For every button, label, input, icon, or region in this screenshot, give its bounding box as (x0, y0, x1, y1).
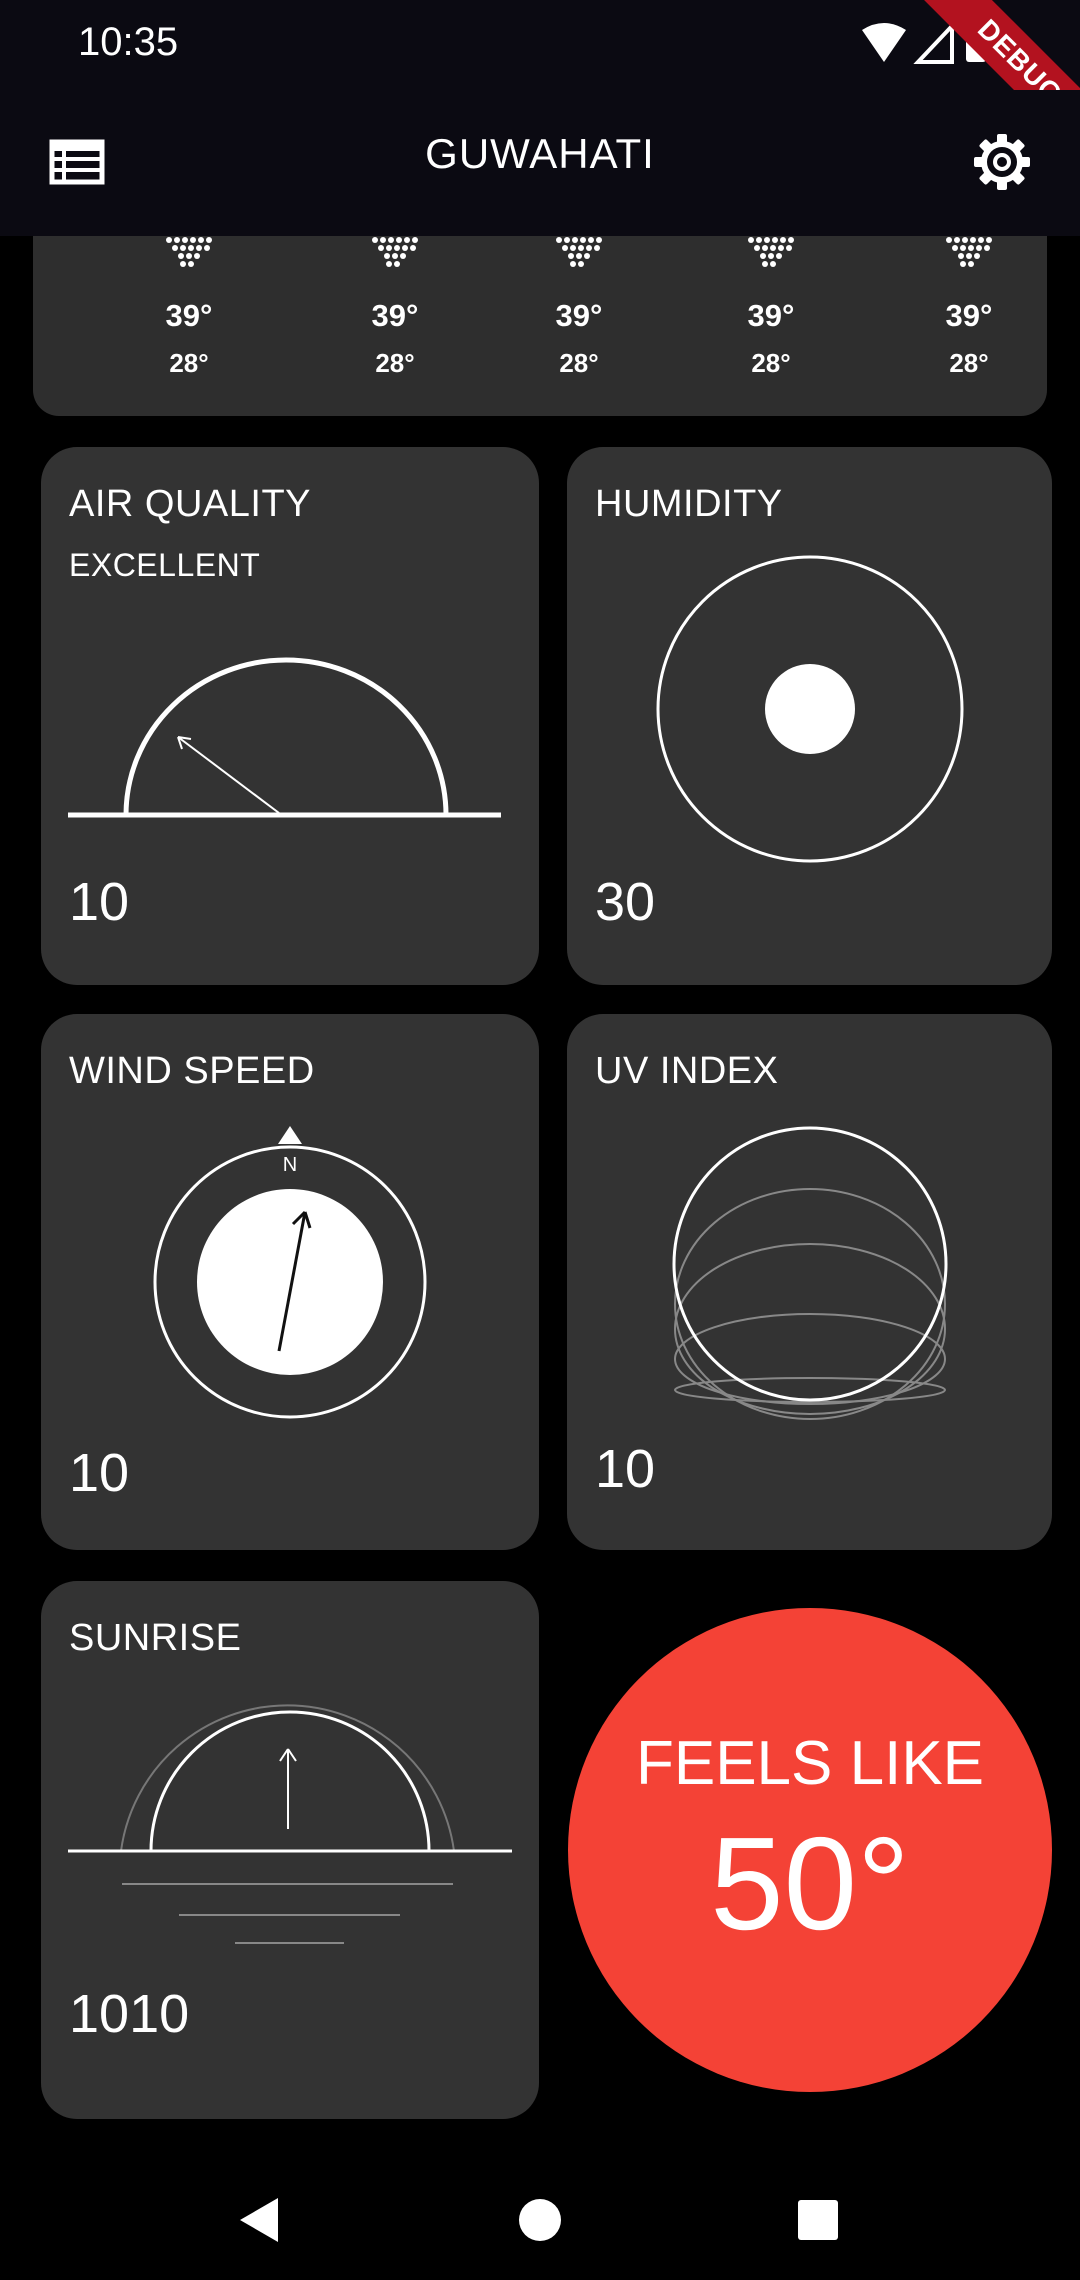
snow-icon (166, 237, 212, 267)
home-icon[interactable] (510, 2190, 570, 2250)
feels-like-label: FEELS LIKE (635, 1729, 985, 1798)
forecast-high: 39° (945, 298, 993, 333)
forecast-low: 28° (169, 348, 209, 378)
feels-like-value: 50° (710, 1810, 910, 1957)
forecast-high: 39° (747, 298, 795, 333)
snow-icon (946, 237, 992, 267)
forecast-day: 39° 28° (325, 236, 465, 379)
page-title: GUWAHATI (425, 130, 655, 177)
gauge-needle (177, 736, 280, 814)
forecast-low: 28° (375, 348, 415, 378)
humidity-card[interactable]: HUMIDITY 30 (567, 447, 1052, 985)
app-bar: GUWAHATI (0, 90, 1080, 236)
forecast-day: 39° 28° (701, 236, 841, 379)
wifi-icon (862, 23, 906, 62)
forecast-strip: 39° 28° 39° 28° 39° 28° 39° 28° 39° 28° (33, 236, 1047, 416)
signal-icon (913, 20, 954, 64)
feels-like-circle[interactable]: FEELS LIKE 50° (568, 1608, 1052, 2092)
gear-icon[interactable] (972, 132, 1032, 192)
snow-icon (372, 237, 418, 267)
wind-speed-value: 10 (69, 1443, 130, 1503)
forecast-low: 28° (751, 348, 791, 378)
uv-index-value: 10 (595, 1439, 656, 1499)
humidity-value: 30 (595, 872, 656, 932)
snow-icon (748, 237, 794, 267)
air-quality-value: 10 (69, 872, 130, 932)
navigation-bar (0, 2160, 1080, 2280)
forecast-high: 39° (371, 298, 419, 333)
forecast-low: 28° (559, 348, 599, 378)
sunrise-card[interactable]: SUNRISE 1010 (41, 1581, 539, 2119)
wind-speed-card[interactable]: WIND SPEED N 10 (41, 1014, 539, 1550)
forecast-day: 39° 28° (119, 236, 259, 379)
recents-icon[interactable] (788, 2190, 848, 2250)
status-bar: 10:35 DEBUG (0, 0, 1080, 171)
forecast-high: 39° (165, 298, 213, 333)
status-time: 10:35 (78, 20, 179, 64)
forecast-day: 39° 28° (899, 236, 1039, 379)
forecast-high: 39° (555, 298, 603, 333)
forecast-day: 39° 28° (509, 236, 649, 379)
forecast-low: 28° (949, 348, 989, 378)
uv-index-card[interactable]: UV INDEX 10 (567, 1014, 1052, 1550)
air-quality-card[interactable]: AIR QUALITY EXCELLENT 10 (41, 447, 539, 985)
back-icon[interactable] (230, 2190, 290, 2250)
compass-north-label: N (282, 1154, 298, 1176)
snow-icon (556, 237, 602, 267)
sunrise-value: 1010 (69, 1984, 190, 2044)
